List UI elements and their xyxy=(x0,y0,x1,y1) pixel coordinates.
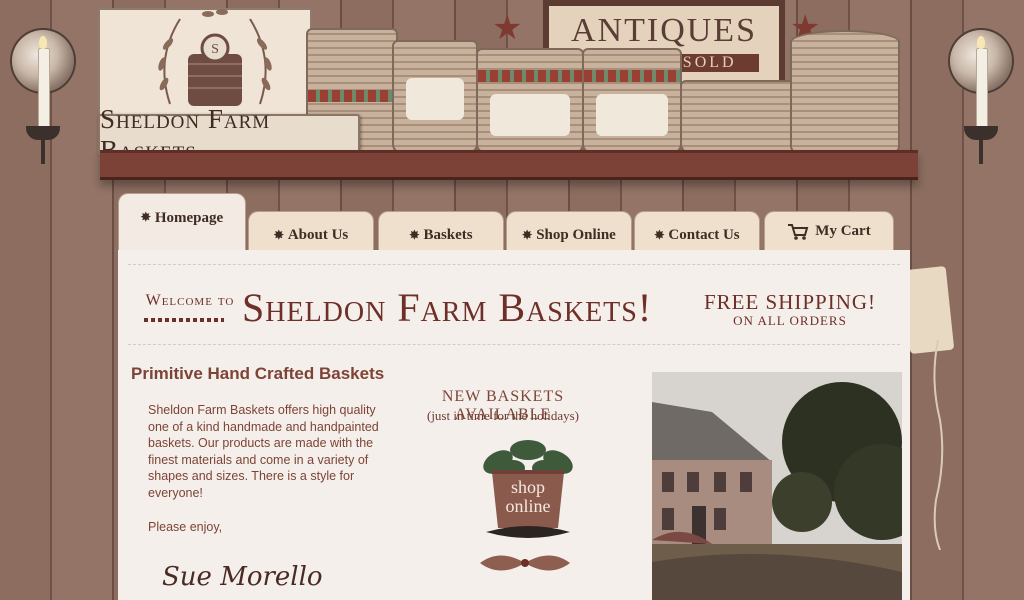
star-ornament-icon: ★ xyxy=(492,9,523,47)
candle-sconce-icon xyxy=(950,30,1012,170)
farmhouse-photo xyxy=(652,372,902,600)
basket-image xyxy=(790,30,900,154)
tab-shop-online[interactable]: ✸ Shop Online xyxy=(506,211,632,251)
tab-label: My Cart xyxy=(815,223,871,239)
divider xyxy=(128,344,900,346)
star-bullet-icon: ✸ xyxy=(409,228,420,242)
shipping-line-1: FREE SHIPPING! xyxy=(703,290,877,314)
tab-contact-us[interactable]: ✸ Contact Us xyxy=(634,211,760,251)
shelf xyxy=(100,150,918,180)
signature: Sue Morello xyxy=(162,562,323,592)
intro-heading: Primitive Hand Crafted Baskets xyxy=(131,364,385,383)
welcome-prefix: Welcome to xyxy=(145,292,235,309)
tab-label: Homepage xyxy=(154,210,224,226)
tab-label: Contact Us xyxy=(668,227,740,243)
header: S ★ ★ ANTIQUES BOUGHT SOLD Sheldon Farm … xyxy=(0,0,1024,190)
tab-label: Baskets xyxy=(423,227,473,243)
dotted-divider xyxy=(144,318,224,322)
tab-label: Shop Online xyxy=(536,227,616,243)
basket-image xyxy=(582,48,682,154)
main-nav: ✸ Homepage ✸ About Us ✸ Baskets ✸ Shop O… xyxy=(116,193,956,251)
tab-my-cart[interactable]: My Cart xyxy=(764,211,894,251)
content-panel: Welcome to Sheldon Farm Baskets! FREE SH… xyxy=(118,250,910,600)
shop-label-1: shop xyxy=(510,477,545,497)
leaf-flourish-icon xyxy=(480,555,570,571)
star-bullet-icon: ✸ xyxy=(522,228,533,242)
tab-homepage[interactable]: ✸ Homepage xyxy=(118,193,246,251)
svg-text:S: S xyxy=(211,42,219,57)
closing-text: Please enjoy, xyxy=(148,520,223,534)
shop-online-button[interactable]: shop online xyxy=(468,432,588,542)
basket-image xyxy=(476,48,584,154)
page-title: Sheldon Farm Baskets! xyxy=(242,285,653,330)
shop-label-2: online xyxy=(505,496,551,516)
tab-baskets[interactable]: ✸ Baskets xyxy=(378,211,504,251)
tag-string xyxy=(933,340,944,550)
star-bullet-icon: ✸ xyxy=(654,228,665,242)
candle-sconce-icon xyxy=(12,30,74,170)
tab-label: About Us xyxy=(287,227,349,243)
tab-about-us[interactable]: ✸ About Us xyxy=(248,211,374,251)
wreath-basket-icon: S xyxy=(158,9,272,106)
shipping-line-2: ON ALL ORDERS xyxy=(733,313,847,328)
free-shipping-banner: FREE SHIPPING! ON ALL ORDERS xyxy=(690,290,890,329)
sign-top-text: ANTIQUES xyxy=(571,12,757,49)
promo-subheading: (just in time for the holidays) xyxy=(426,408,579,423)
basket-image xyxy=(392,40,478,154)
star-bullet-icon: ✸ xyxy=(140,210,151,224)
intro-paragraph: Sheldon Farm Baskets offers high quality… xyxy=(148,403,379,500)
star-bullet-icon: ✸ xyxy=(273,228,284,242)
cart-icon xyxy=(788,223,809,240)
divider xyxy=(128,264,900,266)
